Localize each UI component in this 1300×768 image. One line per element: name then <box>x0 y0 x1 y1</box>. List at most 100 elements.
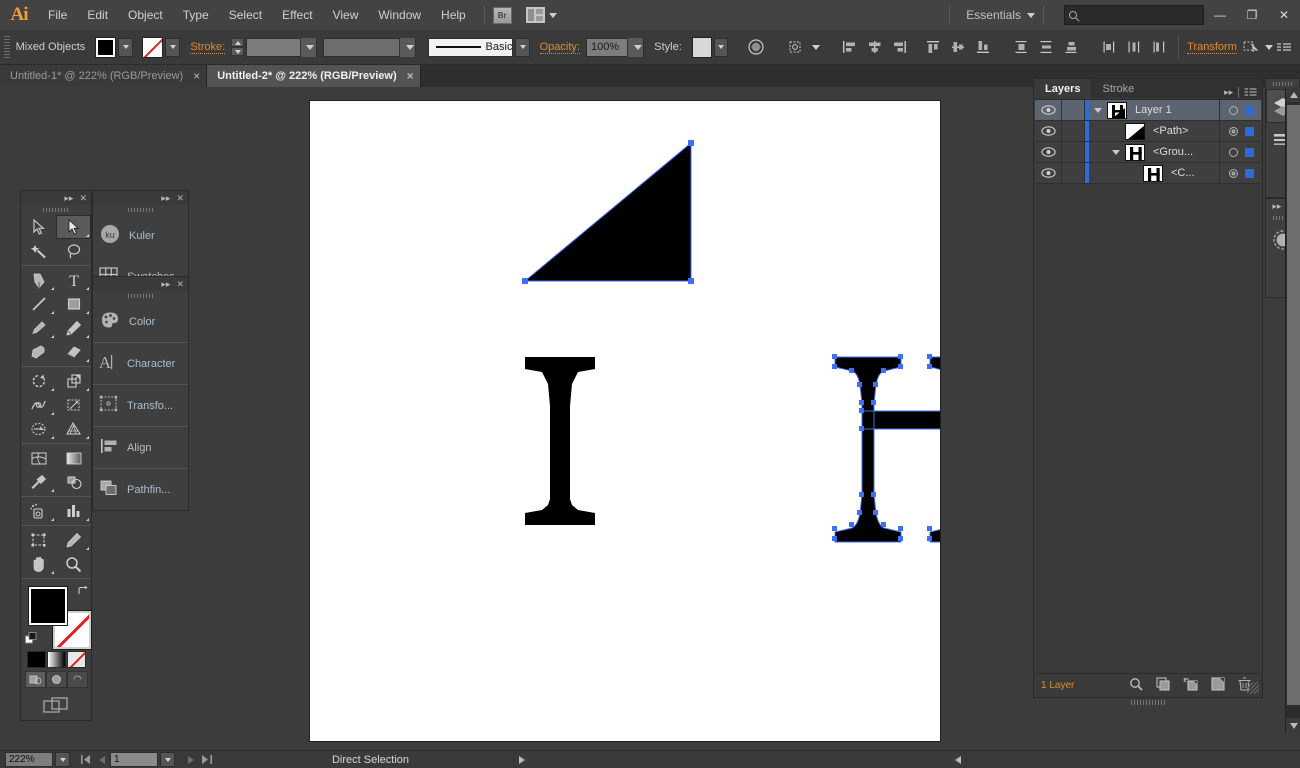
bridge-icon[interactable]: Br <box>492 6 512 24</box>
distribute-top-icon[interactable] <box>1010 36 1032 58</box>
select-similar-chevron-down-icon[interactable] <box>812 44 821 50</box>
align-center-vertical-icon[interactable] <box>947 36 969 58</box>
fill-color-swatch[interactable] <box>95 36 117 58</box>
width-tool[interactable] <box>21 393 56 417</box>
dock-item-pathfinder[interactable]: Pathfin... <box>93 469 188 510</box>
close-panel-icon[interactable]: ✕ <box>79 193 87 203</box>
distribute-left-icon[interactable] <box>1098 36 1120 58</box>
collapse-panel-icon[interactable]: ▸▸ <box>161 193 170 203</box>
recolor-artwork-icon[interactable] <box>746 36 767 58</box>
scroll-up-button[interactable] <box>1286 87 1300 102</box>
workspace-selector[interactable]: Essentials <box>958 8 1023 22</box>
target-indicator[interactable] <box>1229 105 1238 115</box>
slice-tool[interactable] <box>56 528 91 552</box>
vertical-scrollbar[interactable] <box>1285 87 1300 733</box>
tab-close-icon[interactable]: × <box>193 69 200 83</box>
disclosure-triangle[interactable] <box>1089 107 1107 113</box>
scale-tool[interactable] <box>56 369 91 393</box>
artboard-dropdown[interactable] <box>160 752 175 767</box>
panel-bottom-grip[interactable] <box>1131 700 1165 705</box>
tab-close-icon[interactable]: × <box>407 69 414 83</box>
brush-dropdown[interactable] <box>515 37 530 57</box>
scroll-left-button[interactable] <box>950 752 966 768</box>
opacity-combo[interactable]: 100% <box>585 37 645 57</box>
gradient-mode-button[interactable] <box>46 651 66 668</box>
stroke-weight-stepper[interactable] <box>231 38 245 56</box>
visibility-toggle[interactable] <box>1035 121 1062 141</box>
rectangle-tool[interactable] <box>56 292 91 316</box>
selection-indicator[interactable] <box>1245 147 1254 157</box>
previous-artboard-button[interactable] <box>94 752 110 768</box>
stroke-dropdown[interactable] <box>165 37 181 57</box>
none-mode-button[interactable] <box>66 651 86 668</box>
create-new-layer-icon[interactable] <box>1211 676 1225 694</box>
minimize-button[interactable]: — <box>1204 0 1236 30</box>
dock-item-transform[interactable]: Transfo... <box>93 385 188 426</box>
dock-group-1-grip[interactable] <box>93 205 188 215</box>
draw-inside-button[interactable] <box>66 671 88 688</box>
search-input[interactable] <box>1064 5 1204 25</box>
swap-fill-stroke-icon[interactable] <box>77 585 89 597</box>
close-panel-icon[interactable]: ✕ <box>176 193 184 203</box>
distribute-right-icon[interactable] <box>1148 36 1170 58</box>
next-artboard-button[interactable] <box>183 752 199 768</box>
dock-item-character[interactable]: A Character <box>93 343 188 384</box>
layer-row-path[interactable]: <Path> <box>1035 121 1261 142</box>
default-fill-stroke-icon[interactable] <box>25 632 38 645</box>
color-mode-button[interactable] <box>26 651 46 668</box>
magic-wand-tool[interactable] <box>21 239 56 263</box>
stroke-profile-combo[interactable] <box>322 37 417 57</box>
perspective-grid-tool[interactable] <box>56 417 91 441</box>
eyedropper-tool[interactable] <box>21 470 56 494</box>
mesh-tool[interactable] <box>21 446 56 470</box>
menu-type[interactable]: Type <box>173 0 219 30</box>
style-dropdown[interactable] <box>713 37 728 57</box>
lasso-tool[interactable] <box>56 239 91 263</box>
collapse-panel-icon[interactable]: ▸▸ <box>161 279 170 289</box>
eraser-tool[interactable] <box>56 340 91 364</box>
disclosure-triangle[interactable] <box>1107 149 1125 155</box>
layer-name[interactable]: <C... <box>1163 167 1219 179</box>
dock-item-align[interactable]: Align <box>93 427 188 468</box>
lock-toggle[interactable] <box>1062 142 1085 162</box>
line-segment-tool[interactable] <box>21 292 56 316</box>
target-indicator[interactable] <box>1229 147 1238 157</box>
layer-name[interactable]: <Grou... <box>1145 146 1219 158</box>
distribute-bottom-icon[interactable] <box>1060 36 1082 58</box>
restore-button[interactable]: ❐ <box>1236 0 1268 30</box>
align-center-horizontal-icon[interactable] <box>863 36 885 58</box>
align-right-icon[interactable] <box>888 36 910 58</box>
document-tab-untitled-2[interactable]: Untitled-2* @ 222% (RGB/Preview) × <box>207 65 421 87</box>
lock-toggle[interactable] <box>1062 163 1085 183</box>
symbol-sprayer-tool[interactable] <box>21 499 56 523</box>
column-graph-tool[interactable] <box>56 499 91 523</box>
locate-object-icon[interactable] <box>1129 677 1143 694</box>
control-panel-menu-icon[interactable] <box>1273 36 1294 58</box>
layer-row-group[interactable]: <Grou... <box>1035 142 1261 163</box>
menu-effect[interactable]: Effect <box>272 0 322 30</box>
stroke-color-swatch[interactable] <box>142 36 164 58</box>
menu-window[interactable]: Window <box>368 0 431 30</box>
layer-name[interactable]: <Path> <box>1145 125 1219 137</box>
create-new-sublayer-icon[interactable] <box>1183 677 1198 694</box>
last-artboard-button[interactable] <box>199 752 215 768</box>
panel-resize-grip[interactable] <box>1247 682 1259 694</box>
visibility-toggle[interactable] <box>1035 163 1062 183</box>
layer-row-layer-1[interactable]: Layer 1 <box>1035 100 1261 121</box>
visibility-toggle[interactable] <box>1035 100 1062 120</box>
zoom-level-dropdown[interactable] <box>55 752 70 767</box>
opacity-label[interactable]: Opacity: <box>539 41 580 54</box>
gradient-tool[interactable] <box>56 446 91 470</box>
close-button[interactable]: ✕ <box>1268 0 1300 30</box>
transform-label[interactable]: Transform <box>1187 41 1237 54</box>
shape-builder-tool[interactable] <box>21 417 56 441</box>
target-indicator[interactable] <box>1229 126 1238 136</box>
fill-color-indicator[interactable] <box>29 587 67 625</box>
distribute-hcenter-icon[interactable] <box>1123 36 1145 58</box>
document-tab-untitled-1[interactable]: Untitled-1* @ 222% (RGB/Preview) × <box>0 65 208 87</box>
arrange-documents-icon[interactable] <box>525 7 545 23</box>
chevron-down-icon[interactable] <box>548 12 557 18</box>
layers-list[interactable]: Layer 1 <Path> <Grou... <C... <box>1035 99 1261 673</box>
scroll-down-button[interactable] <box>1286 718 1300 733</box>
stroke-label[interactable]: Stroke: <box>190 41 226 54</box>
